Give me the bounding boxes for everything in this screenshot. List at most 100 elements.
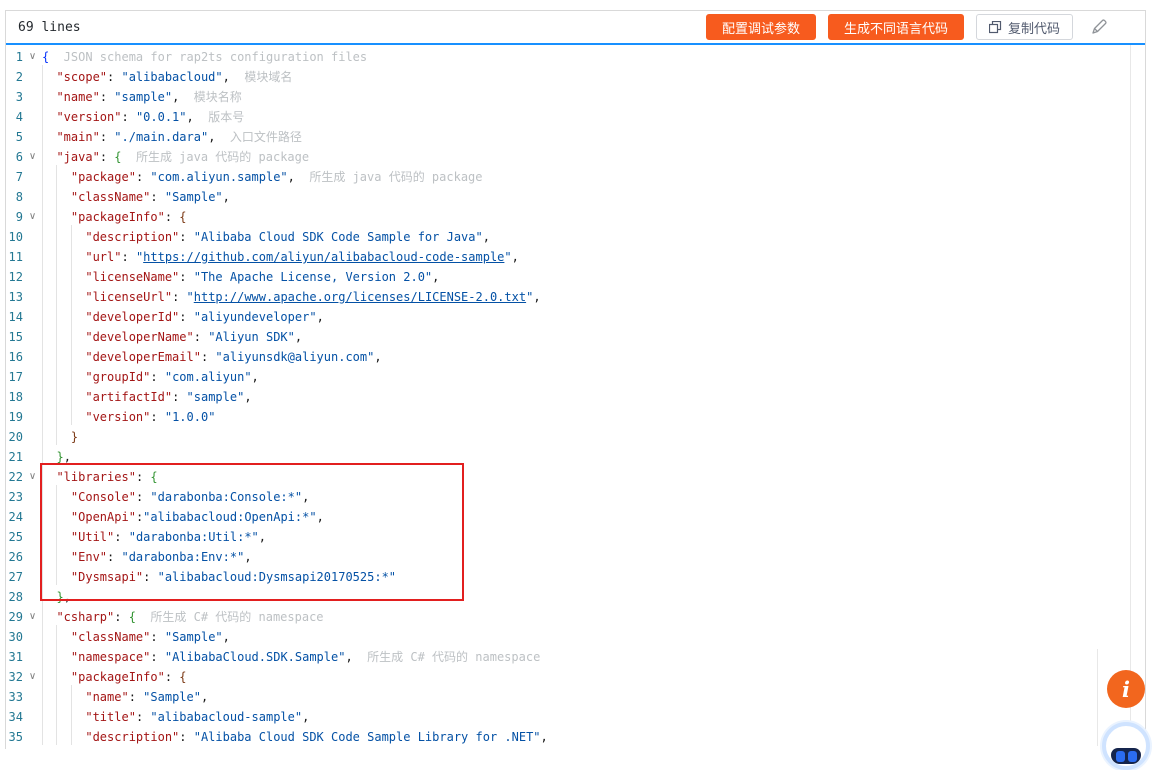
code-line-content: "packageInfo": { — [42, 207, 187, 227]
line-number: 15 — [6, 327, 23, 347]
code-line[interactable]: 8 "className": "Sample", — [6, 187, 1145, 207]
fold-chevron-icon[interactable]: ∨ — [23, 467, 42, 487]
line-number: 14 — [6, 307, 23, 327]
fold-spacer — [23, 487, 42, 507]
code-line[interactable]: 1∨{ JSON schema for rap2ts configuration… — [6, 47, 1145, 67]
code-line[interactable]: 11 "url": "https://github.com/aliyun/ali… — [6, 247, 1145, 267]
code-line[interactable]: 22∨ "libraries": { — [6, 467, 1145, 487]
code-line[interactable]: 16 "developerEmail": "aliyunsdk@aliyun.c… — [6, 347, 1145, 367]
code-line-content: "namespace": "AlibabaCloud.SDK.Sample", … — [42, 647, 540, 667]
code-line[interactable]: 33 "name": "Sample", — [6, 687, 1145, 707]
line-number: 5 — [6, 127, 23, 147]
code-line-content: "version": "1.0.0" — [42, 407, 215, 427]
editor-header: 69 lines 配置调试参数 生成不同语言代码 复制代码 — [6, 11, 1145, 45]
code-line[interactable]: 4 "version": "0.0.1", 版本号 — [6, 107, 1145, 127]
code-line-content: } — [42, 427, 78, 447]
copy-code-label: 复制代码 — [1008, 18, 1060, 37]
edit-code-button[interactable] — [1087, 15, 1111, 39]
code-line-content: "Env": "darabonba:Env:*", — [42, 547, 252, 567]
pencil-icon — [1089, 17, 1109, 37]
code-line-content: "packageInfo": { — [42, 667, 187, 687]
line-number: 24 — [6, 507, 23, 527]
code-line[interactable]: 12 "licenseName": "The Apache License, V… — [6, 267, 1145, 287]
decorative-vertical-line — [1097, 649, 1098, 746]
fold-chevron-icon[interactable]: ∨ — [23, 207, 42, 227]
code-line-content: "title": "alibabacloud-sample", — [42, 707, 309, 727]
code-line[interactable]: 26 "Env": "darabonba:Env:*", — [6, 547, 1145, 567]
fold-spacer — [23, 327, 42, 347]
code-line[interactable]: 2 "scope": "alibabacloud", 模块域名 — [6, 67, 1145, 87]
line-number: 29 — [6, 607, 23, 627]
code-line[interactable]: 21 }, — [6, 447, 1145, 467]
code-line[interactable]: 30 "className": "Sample", — [6, 627, 1145, 647]
code-line[interactable]: 18 "artifactId": "sample", — [6, 387, 1145, 407]
code-line[interactable]: 24 "OpenApi":"alibabacloud:OpenApi:*", — [6, 507, 1145, 527]
code-line[interactable]: 25 "Util": "darabonba:Util:*", — [6, 527, 1145, 547]
code-line-content: "groupId": "com.aliyun", — [42, 367, 259, 387]
line-number: 20 — [6, 427, 23, 447]
code-line-content: "package": "com.aliyun.sample", 所生成 java… — [42, 167, 483, 187]
code-line[interactable]: 35 "description": "Alibaba Cloud SDK Cod… — [6, 727, 1145, 747]
code-lines: 1∨{ JSON schema for rap2ts configuration… — [6, 47, 1145, 747]
code-line[interactable]: 3 "name": "sample", 模块名称 — [6, 87, 1145, 107]
code-line[interactable]: 17 "groupId": "com.aliyun", — [6, 367, 1145, 387]
code-line-content: "developerEmail": "aliyunsdk@aliyun.com"… — [42, 347, 382, 367]
fold-spacer — [23, 647, 42, 667]
fold-spacer — [23, 567, 42, 587]
line-number: 32 — [6, 667, 23, 687]
line-number: 35 — [6, 727, 23, 747]
fold-chevron-icon[interactable]: ∨ — [23, 667, 42, 687]
code-line-content: "className": "Sample", — [42, 627, 230, 647]
line-number: 10 — [6, 227, 23, 247]
fold-spacer — [23, 267, 42, 287]
fold-spacer — [23, 627, 42, 647]
line-count-label: 69 lines — [18, 20, 81, 35]
configure-debug-params-button[interactable]: 配置调试参数 — [706, 14, 816, 40]
code-line[interactable]: 32∨ "packageInfo": { — [6, 667, 1145, 687]
code-line-content: }, — [42, 447, 71, 467]
code-line-content: "developerId": "aliyundeveloper", — [42, 307, 324, 327]
code-line[interactable]: 34 "title": "alibabacloud-sample", — [6, 707, 1145, 727]
line-number: 13 — [6, 287, 23, 307]
code-line[interactable]: 14 "developerId": "aliyundeveloper", — [6, 307, 1145, 327]
code-line[interactable]: 10 "description": "Alibaba Cloud SDK Cod… — [6, 227, 1145, 247]
code-line[interactable]: 28 }, — [6, 587, 1145, 607]
line-number: 31 — [6, 647, 23, 667]
line-number: 25 — [6, 527, 23, 547]
copy-code-button[interactable]: 复制代码 — [976, 14, 1073, 40]
indent-guide — [42, 65, 43, 745]
line-number: 18 — [6, 387, 23, 407]
fold-spacer — [23, 87, 42, 107]
indent-guide — [71, 225, 72, 425]
code-line[interactable]: 13 "licenseUrl": "http://www.apache.org/… — [6, 287, 1145, 307]
code-line[interactable]: 23 "Console": "darabonba:Console:*", — [6, 487, 1145, 507]
line-number: 17 — [6, 367, 23, 387]
line-number: 16 — [6, 347, 23, 367]
code-line[interactable]: 5 "main": "./main.dara", 入口文件路径 — [6, 127, 1145, 147]
fold-spacer — [23, 427, 42, 447]
fold-chevron-icon[interactable]: ∨ — [23, 47, 42, 67]
assistant-fab-button[interactable] — [1102, 722, 1150, 770]
generate-other-language-button[interactable]: 生成不同语言代码 — [828, 14, 964, 40]
code-line[interactable]: 31 "namespace": "AlibabaCloud.SDK.Sample… — [6, 647, 1145, 667]
code-line-content: "licenseUrl": "http://www.apache.org/lic… — [42, 287, 541, 307]
fold-chevron-icon[interactable]: ∨ — [23, 607, 42, 627]
line-number: 7 — [6, 167, 23, 187]
code-line[interactable]: 27 "Dysmsapi": "alibabacloud:Dysmsapi201… — [6, 567, 1145, 587]
line-number: 11 — [6, 247, 23, 267]
code-line-content: "csharp": { 所生成 C# 代码的 namespace — [42, 607, 324, 627]
code-line[interactable]: 20 } — [6, 427, 1145, 447]
code-line[interactable]: 19 "version": "1.0.0" — [6, 407, 1145, 427]
code-line[interactable]: 7 "package": "com.aliyun.sample", 所生成 ja… — [6, 167, 1145, 187]
code-editor[interactable]: 1∨{ JSON schema for rap2ts configuration… — [6, 45, 1145, 747]
code-line-content: "scope": "alibabacloud", 模块域名 — [42, 67, 292, 87]
info-fab-button[interactable]: i — [1107, 670, 1145, 708]
code-line[interactable]: 29∨ "csharp": { 所生成 C# 代码的 namespace — [6, 607, 1145, 627]
fold-chevron-icon[interactable]: ∨ — [23, 147, 42, 167]
code-line[interactable]: 15 "developerName": "Aliyun SDK", — [6, 327, 1145, 347]
code-line-content: "Dysmsapi": "alibabacloud:Dysmsapi201705… — [42, 567, 396, 587]
indent-guide — [56, 625, 57, 745]
code-line[interactable]: 9∨ "packageInfo": { — [6, 207, 1145, 227]
code-line[interactable]: 6∨ "java": { 所生成 java 代码的 package — [6, 147, 1145, 167]
line-number: 8 — [6, 187, 23, 207]
